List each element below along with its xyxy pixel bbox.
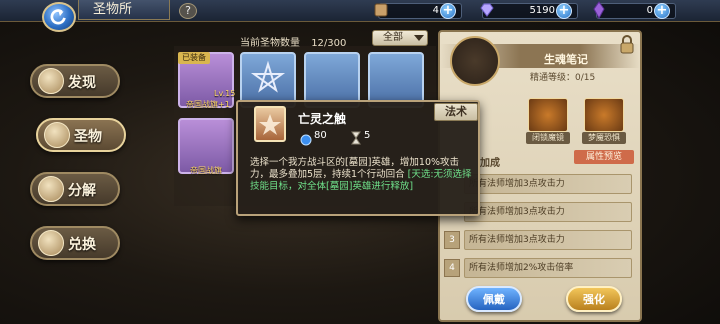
add-diamond-button[interactable]: + — [556, 3, 572, 19]
hourglass-icon — [350, 130, 362, 149]
diamond-icon — [478, 1, 496, 19]
tooltip-cost-value: 80 — [314, 130, 327, 141]
help-button[interactable]: ? — [179, 3, 197, 19]
nav-discover[interactable]: 发现 — [30, 64, 120, 98]
crystal-icon — [590, 1, 608, 19]
back-button[interactable] — [42, 2, 76, 32]
nav-decompose[interactable]: 分解 — [30, 172, 120, 206]
back-arrow-icon — [50, 9, 66, 25]
bonus-row-3-number: 3 — [444, 231, 460, 249]
tooltip-description: 选择一个我方战斗区的[墓园]英雄，增加10%攻击力，最多叠加5层，持续1个行动回… — [250, 157, 474, 193]
spell-card-icon — [254, 106, 286, 142]
relic-icon — [44, 122, 70, 148]
nav-relic-label: 圣物 — [74, 129, 102, 145]
relic-slot-level: Lv.15 — [214, 89, 236, 98]
page-title: 圣物所 — [78, 0, 170, 20]
scroll-icon — [372, 1, 390, 19]
detail-level: 精通等级：0/15 — [530, 73, 596, 83]
chevron-down-icon — [414, 35, 424, 41]
resource-scroll-value: 4 — [432, 5, 439, 16]
nav-discover-label: 发现 — [68, 75, 96, 91]
detail-title: 生魂笔记 — [544, 53, 588, 66]
bonus-row-3: 所有法师增加3点攻击力 — [464, 230, 632, 250]
relic-book-icon — [450, 36, 500, 86]
exchange-icon — [38, 230, 64, 256]
attribute-preview-button[interactable]: 属性预览 — [574, 150, 634, 164]
bonus-row-2: 所有法师增加3点攻击力 — [464, 202, 632, 222]
add-crystal-button[interactable]: + — [654, 3, 670, 19]
upgrade-button[interactable]: 强化 — [566, 286, 622, 312]
relic-slot-5-label: 帝国战旗 — [190, 166, 222, 175]
nav-exchange[interactable]: 兑换 — [30, 226, 120, 260]
bonus-row-1: 所有法师增加3点攻击力 — [464, 174, 632, 194]
tooltip-type-tag: 法术 — [434, 103, 478, 121]
equip-button[interactable]: 佩戴 — [466, 286, 522, 312]
resource-diamond-value: 5190 — [529, 5, 555, 16]
skill-chip-mirror[interactable] — [528, 98, 568, 132]
tooltip-duration-value: 5 — [364, 130, 371, 141]
equipped-badge: 已装备 — [178, 52, 210, 64]
skill-chip-nightmare-label: 梦魇恐惧 — [582, 132, 626, 144]
decompose-icon — [38, 176, 64, 202]
skill-chip-mirror-label: 闭锁魔镜 — [526, 132, 570, 144]
relic-slot-1-label: 帝国战旗+1 — [186, 100, 230, 109]
add-scroll-button[interactable]: + — [440, 3, 456, 19]
tooltip-title: 亡灵之触 — [298, 112, 347, 126]
resource-crystal-value: 0 — [646, 5, 653, 16]
discover-icon — [38, 68, 64, 94]
filter-dropdown-value: 全部 — [383, 32, 403, 43]
nav-exchange-label: 兑换 — [68, 237, 96, 253]
bonus-row-4-number: 4 — [444, 259, 460, 277]
lock-icon[interactable] — [618, 34, 636, 54]
bonus-title: 加成 — [480, 158, 500, 169]
skill-chip-nightmare[interactable] — [584, 98, 624, 132]
mana-icon — [300, 131, 312, 150]
star-emblem-icon — [250, 60, 286, 93]
bonus-row-4: 所有法师增加2%攻击倍率 — [464, 258, 632, 278]
nav-relic[interactable]: 圣物 — [36, 118, 126, 152]
nav-decompose-label: 分解 — [68, 183, 96, 199]
